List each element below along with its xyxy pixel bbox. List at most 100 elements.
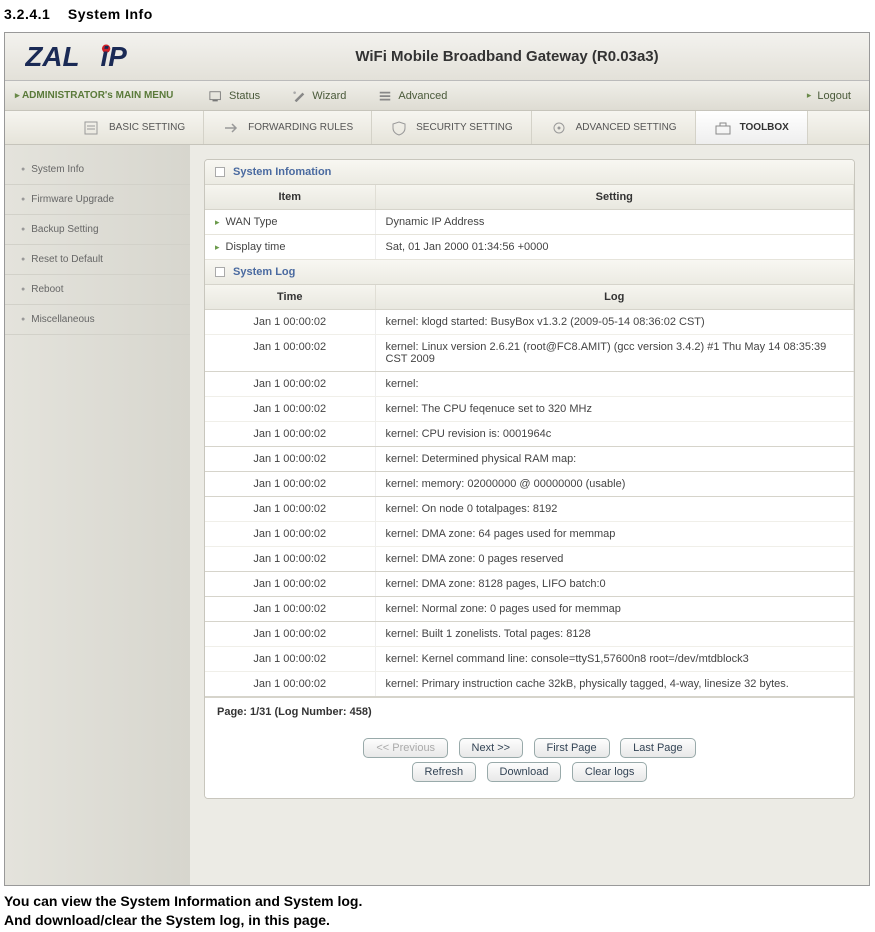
topmenu-wizard[interactable]: Wizard	[278, 90, 364, 102]
sub-menu: BASIC SETTING FORWARDING RULES SECURITY …	[5, 111, 869, 145]
system-info-title: System Infomation	[233, 166, 331, 178]
forwarding-icon	[222, 120, 240, 136]
table-row: Jan 1 00:00:02kernel: The CPU feqenuce s…	[205, 397, 854, 422]
log-time: Jan 1 00:00:02	[205, 310, 375, 335]
col-log: Log	[375, 285, 854, 310]
table-row: Jan 1 00:00:02kernel: klogd started: Bus…	[205, 310, 854, 335]
log-text: kernel:	[375, 372, 854, 397]
doc-footer: You can view the System Information and …	[0, 886, 875, 930]
wizard-icon	[292, 90, 306, 102]
table-row: ▸WAN Type Dynamic IP Address	[205, 210, 854, 235]
next-button[interactable]: Next >>	[459, 738, 524, 758]
table-row: Jan 1 00:00:02kernel: Normal zone: 0 pag…	[205, 597, 854, 622]
sidebar: ●System Info ●Firmware Upgrade ●Backup S…	[5, 145, 190, 885]
bullet-icon: ▸	[807, 90, 812, 101]
table-row: Jan 1 00:00:02kernel: DMA zone: 0 pages …	[205, 547, 854, 572]
table-row: Jan 1 00:00:02kernel: On node 0 totalpag…	[205, 497, 854, 522]
table-row: Jan 1 00:00:02kernel: Primary instructio…	[205, 672, 854, 697]
zalip-logo-icon: ZAL iP	[25, 41, 165, 73]
first-page-button[interactable]: First Page	[534, 738, 610, 758]
log-text: kernel: The CPU feqenuce set to 320 MHz	[375, 397, 854, 422]
svg-text:iP: iP	[101, 41, 128, 72]
sidebar-item-system-info[interactable]: ●System Info	[5, 155, 190, 185]
system-log-header: System Log	[205, 260, 854, 285]
doc-section-heading: 3.2.4.1 System Info	[0, 0, 875, 32]
log-text: kernel: Kernel command line: console=tty…	[375, 647, 854, 672]
submenu-toolbox[interactable]: TOOLBOX	[696, 111, 808, 144]
bullet-icon: ▸	[15, 90, 20, 100]
log-text: kernel: Built 1 zonelists. Total pages: …	[375, 622, 854, 647]
log-time: Jan 1 00:00:02	[205, 422, 375, 447]
admin-main-menu-label[interactable]: ▸ ADMINISTRATOR's MAIN MENU	[5, 90, 195, 101]
content-area: System Infomation Item Setting ▸WAN Type…	[190, 145, 869, 885]
log-time: Jan 1 00:00:02	[205, 497, 375, 522]
table-row: Jan 1 00:00:02kernel: Linux version 2.6.…	[205, 335, 854, 372]
topmenu-status[interactable]: Status	[195, 90, 278, 102]
sidebar-item-reboot[interactable]: ●Reboot	[5, 275, 190, 305]
table-row: Jan 1 00:00:02kernel: DMA zone: 8128 pag…	[205, 572, 854, 597]
app-frame: ZAL iP WiFi Mobile Broadband Gateway (R0…	[4, 32, 870, 886]
log-text: kernel: memory: 02000000 @ 00000000 (usa…	[375, 472, 854, 497]
logo: ZAL iP	[5, 41, 185, 73]
previous-button[interactable]: << Previous	[363, 738, 448, 758]
table-row: Jan 1 00:00:02kernel: Determined physica…	[205, 447, 854, 472]
dot-icon: ●	[21, 286, 25, 293]
section-toggle-icon[interactable]	[215, 167, 225, 177]
sidebar-item-backup-setting[interactable]: ●Backup Setting	[5, 215, 190, 245]
basic-setting-icon	[83, 120, 101, 136]
header-bar: ZAL iP WiFi Mobile Broadband Gateway (R0…	[5, 33, 869, 81]
log-time: Jan 1 00:00:02	[205, 335, 375, 372]
log-time: Jan 1 00:00:02	[205, 547, 375, 572]
log-time: Jan 1 00:00:02	[205, 372, 375, 397]
main-panel: System Infomation Item Setting ▸WAN Type…	[204, 159, 855, 799]
submenu-advanced-setting[interactable]: ADVANCED SETTING	[532, 111, 696, 144]
sidebar-item-miscellaneous[interactable]: ●Miscellaneous	[5, 305, 190, 335]
svg-text:ZAL: ZAL	[25, 41, 80, 72]
submenu-forwarding-rules[interactable]: FORWARDING RULES	[204, 111, 372, 144]
log-text: kernel: klogd started: BusyBox v1.3.2 (2…	[375, 310, 854, 335]
log-time: Jan 1 00:00:02	[205, 647, 375, 672]
log-text: kernel: On node 0 totalpages: 8192	[375, 497, 854, 522]
table-row: ▸Display time Sat, 01 Jan 2000 01:34:56 …	[205, 235, 854, 260]
system-info-table: Item Setting ▸WAN Type Dynamic IP Addres…	[205, 185, 854, 260]
submenu-security-setting[interactable]: SECURITY SETTING	[372, 111, 532, 144]
last-page-button[interactable]: Last Page	[620, 738, 696, 758]
status-icon	[209, 90, 223, 102]
log-time: Jan 1 00:00:02	[205, 572, 375, 597]
log-time: Jan 1 00:00:02	[205, 472, 375, 497]
table-row: Jan 1 00:00:02kernel: Built 1 zonelists.…	[205, 622, 854, 647]
log-text: kernel: DMA zone: 64 pages used for memm…	[375, 522, 854, 547]
table-row: Jan 1 00:00:02kernel: memory: 02000000 @…	[205, 472, 854, 497]
download-button[interactable]: Download	[487, 762, 562, 782]
dot-icon: ●	[21, 166, 25, 173]
refresh-button[interactable]: Refresh	[412, 762, 477, 782]
table-row: Jan 1 00:00:02kernel: DMA zone: 64 pages…	[205, 522, 854, 547]
advanced-setting-icon	[550, 120, 568, 136]
section-title: System Info	[68, 6, 153, 22]
log-text: kernel: Linux version 2.6.21 (root@FC8.A…	[375, 335, 854, 372]
table-row: Jan 1 00:00:02kernel: CPU revision is: 0…	[205, 422, 854, 447]
clear-logs-button[interactable]: Clear logs	[572, 762, 648, 782]
topmenu-advanced[interactable]: Advanced	[364, 90, 465, 102]
toolbox-icon	[714, 120, 732, 136]
table-row: Jan 1 00:00:02kernel:	[205, 372, 854, 397]
log-time: Jan 1 00:00:02	[205, 522, 375, 547]
topmenu-logout[interactable]: ▸ Logout	[793, 90, 869, 102]
log-text: kernel: Primary instruction cache 32kB, …	[375, 672, 854, 697]
log-time: Jan 1 00:00:02	[205, 597, 375, 622]
security-icon	[390, 120, 408, 136]
top-menu: ▸ ADMINISTRATOR's MAIN MENU Status Wizar…	[5, 81, 869, 111]
submenu-basic-setting[interactable]: BASIC SETTING	[65, 111, 204, 144]
col-time: Time	[205, 285, 375, 310]
section-toggle-icon[interactable]	[215, 267, 225, 277]
sidebar-item-reset-to-default[interactable]: ●Reset to Default	[5, 245, 190, 275]
system-info-header: System Infomation	[205, 160, 854, 185]
arrow-icon: ▸	[215, 217, 220, 227]
dot-icon: ●	[21, 256, 25, 263]
log-time: Jan 1 00:00:02	[205, 672, 375, 697]
sidebar-item-firmware-upgrade[interactable]: ●Firmware Upgrade	[5, 185, 190, 215]
section-number: 3.2.4.1	[4, 6, 50, 22]
dot-icon: ●	[21, 316, 25, 323]
product-title: WiFi Mobile Broadband Gateway (R0.03a3)	[185, 48, 829, 65]
log-text: kernel: DMA zone: 0 pages reserved	[375, 547, 854, 572]
